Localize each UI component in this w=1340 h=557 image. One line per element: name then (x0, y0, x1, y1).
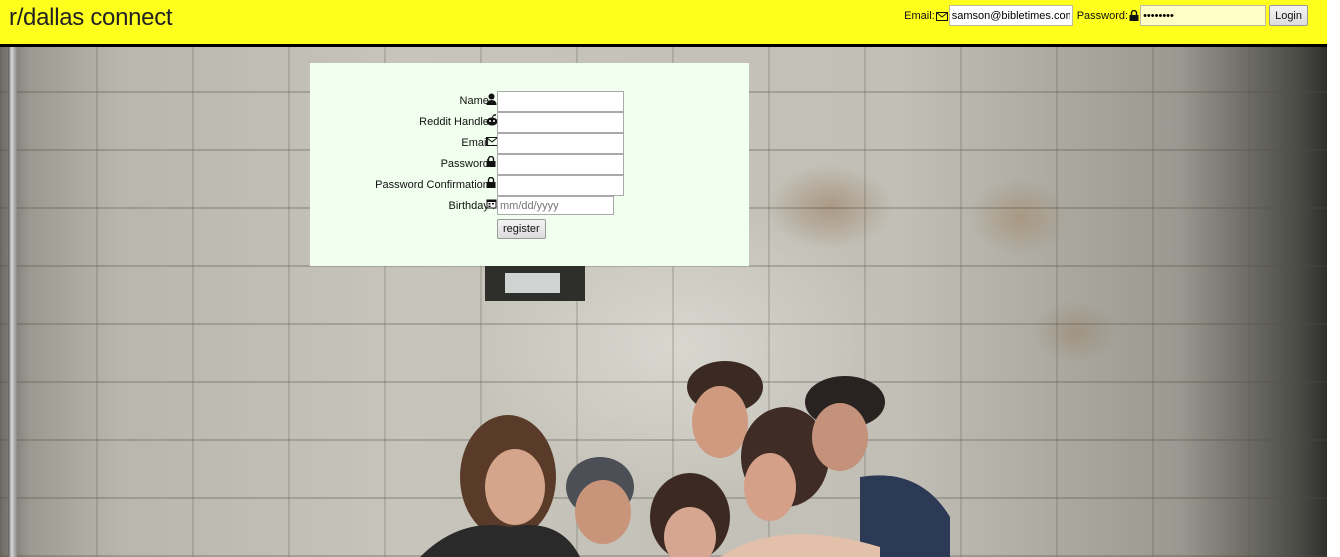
form-row-reddit-handle: Reddit Handle : (310, 112, 749, 133)
login-password-label: Password: (1076, 9, 1129, 22)
site-title: r/dallas connect (9, 4, 173, 31)
form-row-email: Email : (310, 133, 749, 154)
calendar-icon (486, 199, 497, 209)
password-input[interactable] (497, 154, 624, 175)
form-row-name: Name : (310, 91, 749, 112)
birthday-input[interactable] (497, 196, 614, 215)
scrollbar-track[interactable] (1327, 0, 1340, 557)
login-email-label: Email: (904, 9, 935, 22)
login-email-input[interactable] (948, 5, 1073, 26)
lock-icon (486, 156, 496, 167)
name-input[interactable] (497, 91, 624, 112)
password-confirmation-input[interactable] (497, 175, 624, 196)
user-icon (486, 93, 497, 105)
form-row-birthday: Birthday : (310, 196, 749, 217)
reddit-handle-label: Reddit Handle : (419, 116, 495, 128)
envelope-icon (935, 11, 948, 21)
reddit-handle-input[interactable] (497, 112, 624, 133)
lock-icon (486, 177, 496, 188)
form-row-password-confirmation: Password Confirmation : (310, 175, 749, 196)
form-row-password: Password : (310, 154, 749, 175)
top-navbar: r/dallas connect Email: Password: Login (0, 0, 1327, 47)
register-button[interactable]: register (497, 219, 546, 239)
password-confirmation-label: Password Confirmation : (375, 179, 495, 191)
login-form: Email: Password: Login (900, 5, 1308, 26)
email-input[interactable] (497, 133, 624, 154)
login-password-input[interactable] (1140, 5, 1267, 26)
registration-form: Name : Reddit Handle : Email : Password … (310, 63, 749, 266)
login-button[interactable]: Login (1269, 5, 1308, 26)
lock-icon (1129, 10, 1139, 21)
